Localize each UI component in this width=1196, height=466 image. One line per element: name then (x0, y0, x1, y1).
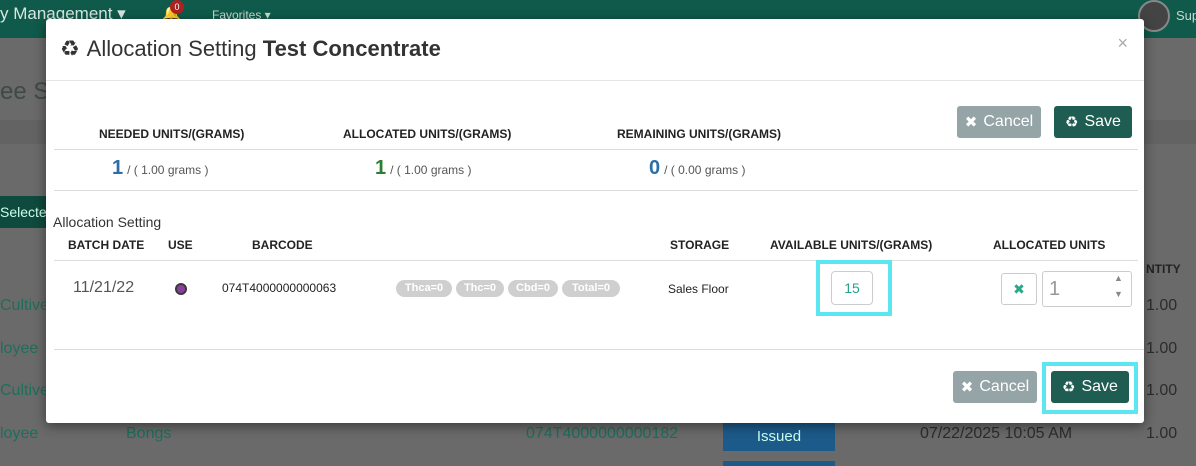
allocation-modal: ♻ Allocation Setting Test Concentrate × … (46, 19, 1144, 423)
badge-total: Total=0 (562, 280, 620, 297)
table-row-barcode[interactable]: 074T4000000000182 (526, 425, 678, 443)
recycle-icon: ♻ (60, 36, 80, 61)
column-allocated: ALLOCATED UNITS (993, 238, 1106, 252)
close-icon: ✖ (960, 379, 974, 396)
badge-cbd: Cbd=0 (508, 280, 558, 297)
footer-save-button[interactable]: ♻ Save (1051, 371, 1129, 403)
available-units-button[interactable]: 15 (831, 271, 873, 305)
clear-allocation-button[interactable]: ✖ (1001, 273, 1037, 305)
allocated-grams: / ( 1.00 grams ) (390, 163, 472, 177)
divider (54, 260, 1138, 261)
footer-save-label: Save (1081, 378, 1118, 395)
recycle-icon: ♻ (1062, 379, 1076, 396)
footer-cancel-button[interactable]: ✖ Cancel (953, 371, 1037, 403)
status-badge: Issued (723, 423, 835, 451)
needed-header: NEEDED UNITS/(GRAMS) (99, 127, 245, 141)
cancel-button[interactable]: ✖ Cancel (957, 106, 1041, 138)
selected-button[interactable]: Selecte (0, 196, 48, 228)
column-use: USE (168, 238, 193, 252)
column-available: AVAILABLE UNITS/(GRAMS) (770, 238, 933, 252)
needed-value: 1/ ( 1.00 grams ) (112, 157, 208, 180)
table-row-type[interactable]: Cultive (0, 297, 49, 315)
allocated-value: 1/ ( 1.00 grams ) (375, 157, 471, 180)
table-row-type[interactable]: Cultive (0, 382, 49, 400)
spinner-up-icon[interactable]: ▲ (1114, 273, 1123, 283)
badge-thc: Thc=0 (456, 280, 504, 297)
column-barcode: BARCODE (252, 238, 313, 252)
notification-badge: 0 (170, 0, 184, 14)
allocated-header: ALLOCATED UNITS/(GRAMS) (343, 127, 512, 141)
table-row-qty: 1.00 (1146, 382, 1178, 399)
modal-title-product: Test Concentrate (262, 36, 441, 61)
table-row-qty: 1.00 (1146, 297, 1178, 314)
close-icon: ✖ (964, 114, 978, 131)
needed-units: 1 (112, 157, 124, 179)
table-row-type[interactable]: loyee (0, 340, 38, 358)
quantity-header: NTITY (1146, 262, 1181, 276)
remaining-value: 0/ ( 0.00 grams ) (649, 157, 745, 180)
table-row-qty: 1.00 (1146, 425, 1178, 442)
footer-cancel-label: Cancel (979, 378, 1030, 395)
spinner-down-icon[interactable]: ▼ (1114, 289, 1123, 299)
column-batch-date: BATCH DATE (68, 238, 145, 252)
table-row-qty: 1.00 (1146, 340, 1178, 357)
save-button-label: Save (1084, 113, 1121, 130)
save-button[interactable]: ♻ Save (1054, 106, 1132, 138)
table-row-product[interactable]: Bongs (126, 425, 171, 443)
table-row-date: 07/22/2025 10:05 AM (920, 425, 1073, 442)
allocated-units: 1 (375, 157, 387, 179)
cancel-button-label: Cancel (983, 113, 1034, 130)
row-barcode: 074T4000000000063 (222, 281, 337, 295)
allocation-section-label: Allocation Setting (53, 214, 162, 230)
needed-grams: / ( 1.00 grams ) (127, 163, 209, 177)
status-badge (723, 461, 835, 466)
user-label[interactable]: Sup (1176, 8, 1196, 23)
use-radio[interactable] (175, 283, 187, 295)
remaining-header: REMAINING UNITS/(GRAMS) (617, 127, 781, 141)
badge-thca: Thca=0 (396, 280, 452, 297)
modal-title-prefix: Allocation Setting (86, 36, 257, 61)
column-storage: STORAGE (670, 238, 730, 252)
divider (54, 349, 1144, 350)
row-batch-date: 11/21/22 (73, 279, 135, 296)
remaining-units: 0 (649, 157, 661, 179)
table-row-type[interactable]: loyee (0, 425, 38, 443)
row-storage: Sales Floor (668, 282, 729, 296)
divider (54, 190, 1138, 191)
remaining-grams: / ( 0.00 grams ) (664, 163, 746, 177)
divider (54, 149, 1138, 150)
modal-header: ♻ Allocation Setting Test Concentrate × (46, 19, 1144, 81)
recycle-icon: ♻ (1065, 114, 1079, 131)
close-icon[interactable]: × (1117, 33, 1128, 54)
modal-title: ♻ Allocation Setting Test Concentrate (60, 36, 441, 62)
